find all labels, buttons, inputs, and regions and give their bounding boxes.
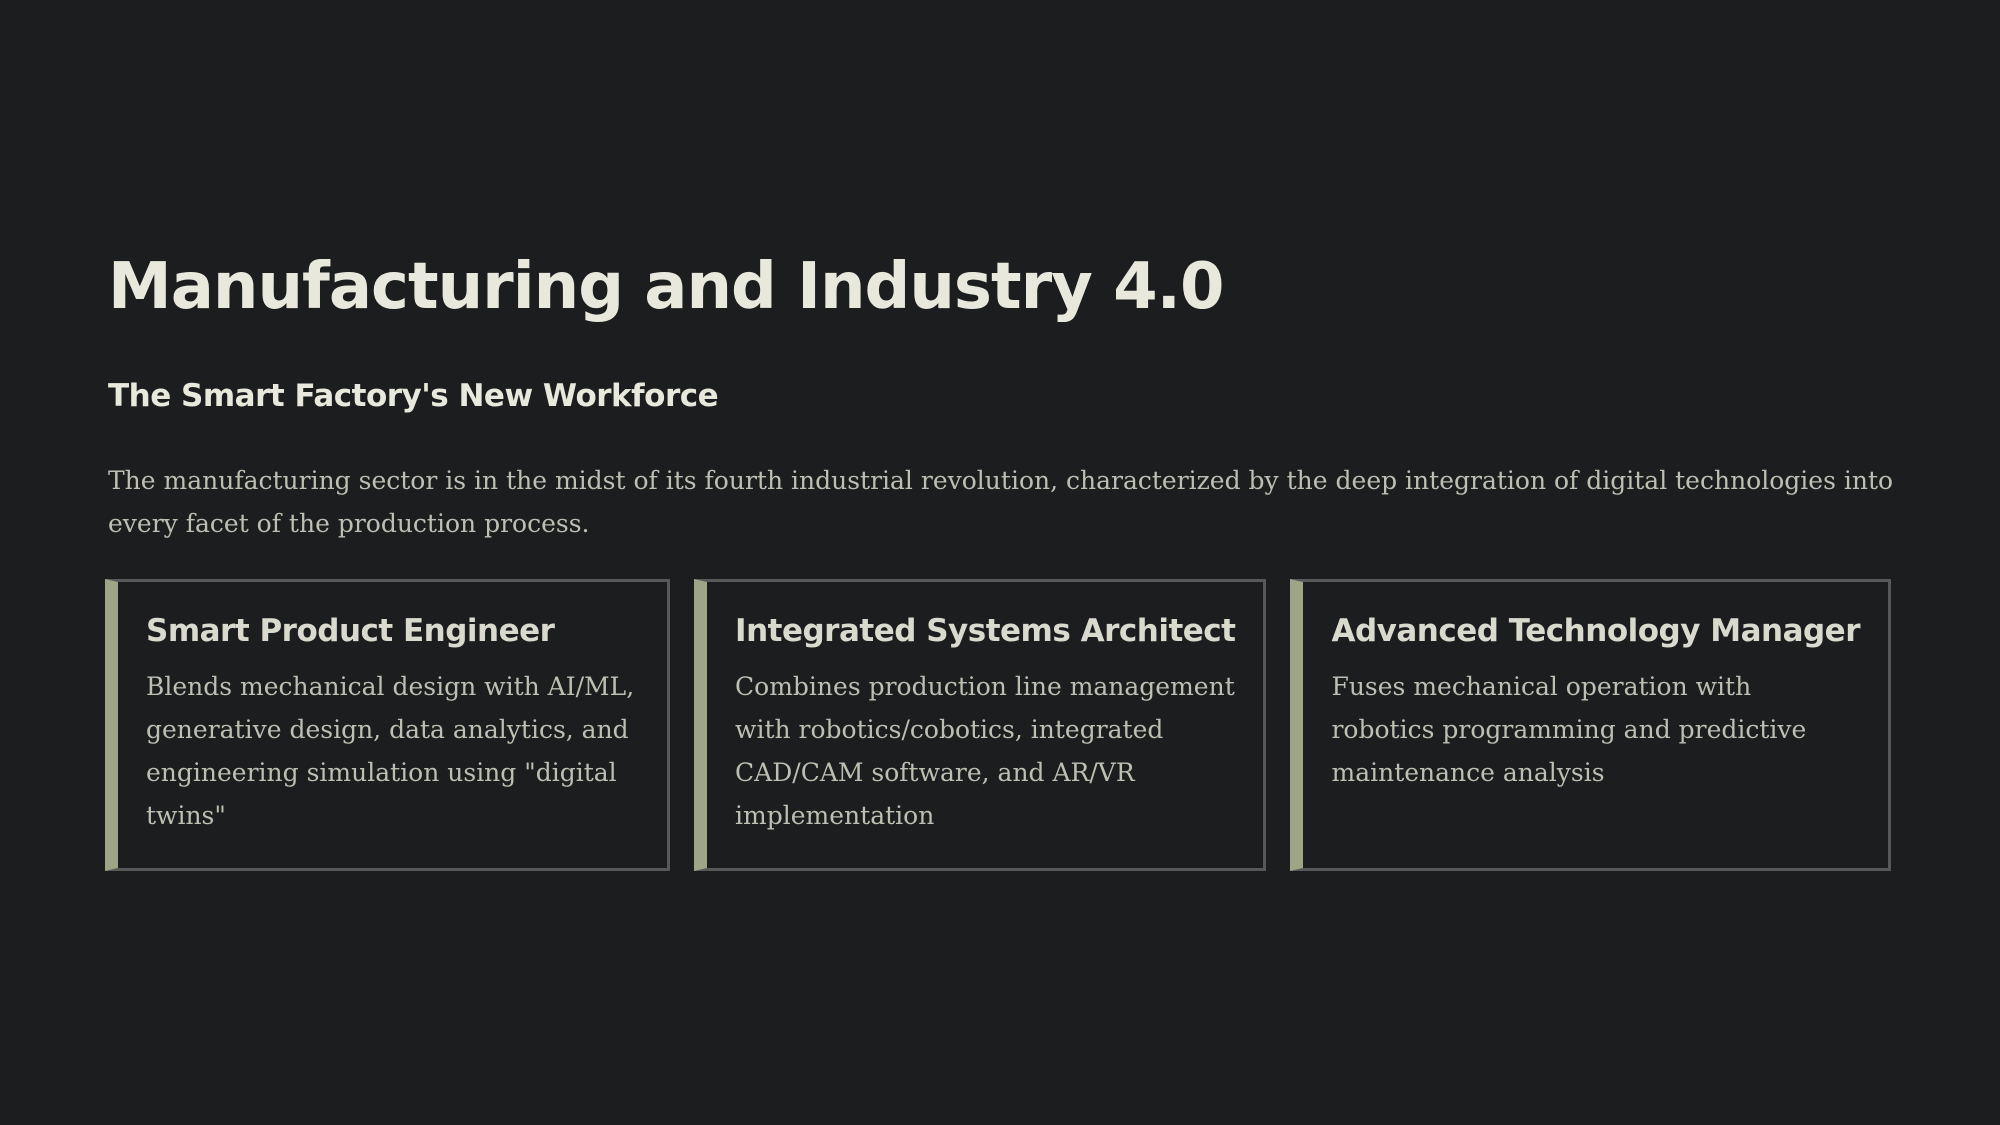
role-card-description: Fuses mechanical operation with robotics…: [1331, 671, 1807, 787]
role-card-integrated-systems-architect: Integrated Systems Architect Combines pr…: [694, 579, 1267, 871]
role-card-smart-product-engineer: Smart Product Engineer Blends mechanical…: [105, 579, 671, 871]
role-card-title: Smart Product Engineer: [146, 613, 555, 649]
role-card-advanced-technology-manager: Advanced Technology Manager Fuses mechan…: [1290, 579, 1891, 871]
intro-paragraph: The manufacturing sector is in the midst…: [108, 466, 1894, 538]
role-card-description: Blends mechanical design with AI/ML, gen…: [146, 671, 635, 830]
page-title: Manufacturing and Industry 4.0: [108, 250, 1224, 324]
slide: Manufacturing and Industry 4.0 The Smart…: [0, 0, 2000, 1125]
role-card-description: Combines production line management with…: [735, 671, 1235, 830]
role-card-title: Integrated Systems Architect: [735, 613, 1236, 649]
role-card-title: Advanced Technology Manager: [1331, 613, 1860, 649]
page-subtitle: The Smart Factory's New Workforce: [108, 378, 719, 414]
role-cards: Smart Product Engineer Blends mechanical…: [105, 579, 1891, 871]
